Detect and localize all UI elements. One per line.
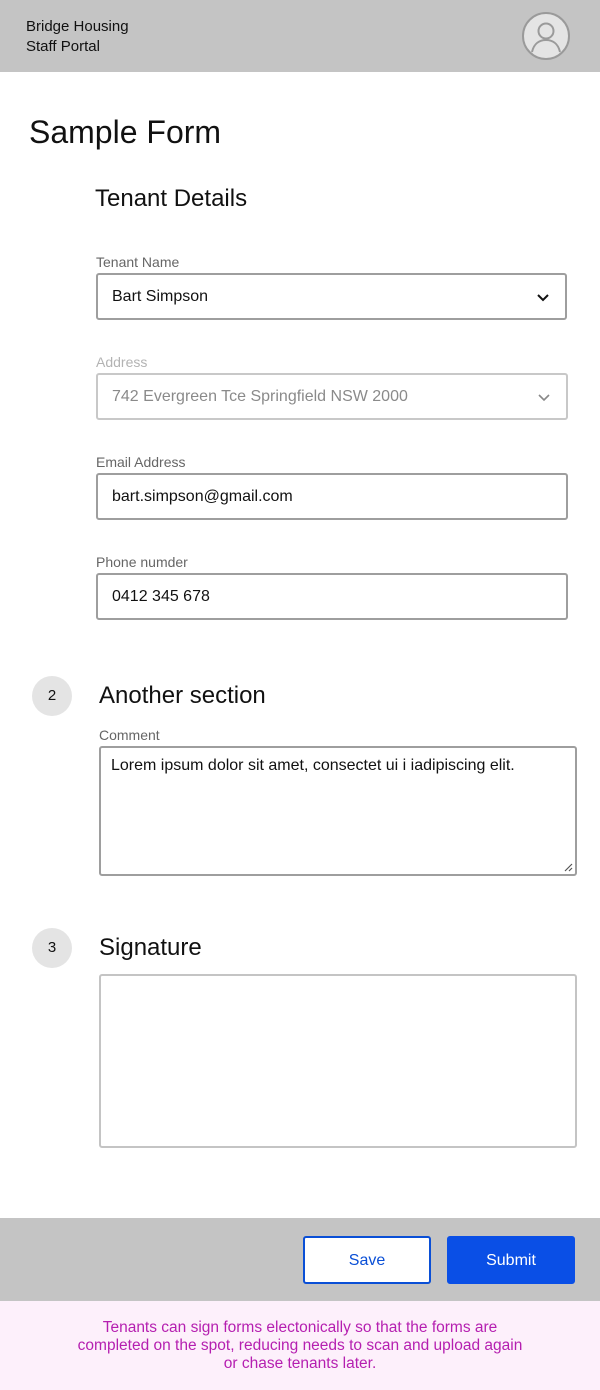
comment-textarea[interactable]: Lorem ipsum dolor sit amet, consectet ui… [99,746,577,876]
step-badge-3: 3 [32,928,72,968]
chevron-down-icon [535,289,551,305]
comment-value: Lorem ipsum dolor sit amet, consectet ui… [111,757,515,774]
page-title: Sample Form [29,114,222,150]
comment-label: Comment [99,727,160,743]
phone-value: 0412 345 678 [112,588,210,605]
address-label: Address [96,354,148,370]
annotation-note: Tenants can sign forms electonically so … [0,1301,600,1390]
chevron-down-icon [536,389,552,405]
signature-pad[interactable] [99,974,577,1148]
section-title-signature: Signature [99,934,202,961]
address-value: 742 Evergreen Tce Springfield NSW 2000 [112,388,408,405]
user-avatar-icon[interactable] [522,12,570,60]
phone-field[interactable]: 0412 345 678 [96,573,568,620]
brand: Bridge Housing Staff Portal [26,17,129,57]
action-bar: Save Submit [0,1218,600,1301]
email-value: bart.simpson@gmail.com [112,488,293,505]
tenant-name-select[interactable]: Bart Simpson [96,273,567,320]
phone-label: Phone numder [96,554,188,570]
email-field[interactable]: bart.simpson@gmail.com [96,473,568,520]
brand-line-2: Staff Portal [26,38,100,55]
step-badge-2: 2 [32,676,72,716]
save-button[interactable]: Save [303,1236,431,1284]
section-title-tenant-details: Tenant Details [95,185,248,212]
brand-line-1: Bridge Housing [26,18,129,35]
address-select: 742 Evergreen Tce Springfield NSW 2000 [96,373,568,420]
tenant-name-value: Bart Simpson [112,288,209,305]
section-title-another-section: Another section [99,682,266,709]
submit-button[interactable]: Submit [447,1236,575,1284]
email-label: Email Address [96,454,186,470]
tenant-name-label: Tenant Name [96,254,180,270]
resize-grip-icon[interactable] [563,862,573,872]
top-bar: Bridge Housing Staff Portal [0,0,600,72]
